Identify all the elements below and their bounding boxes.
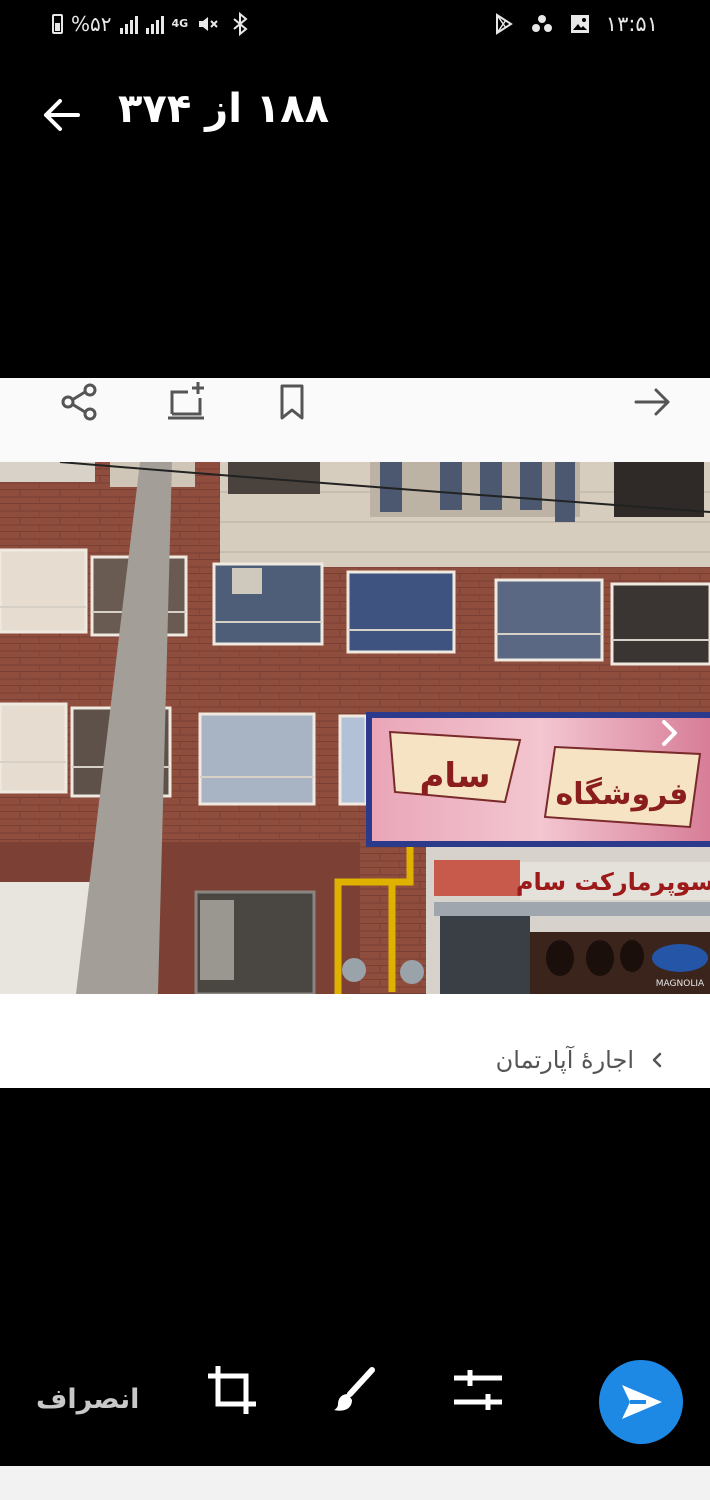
sign-main-text-2: فروشگاه <box>556 776 689 812</box>
mute-icon <box>199 17 218 31</box>
system-nav-bar <box>0 1466 710 1500</box>
forward-arrow-icon[interactable] <box>630 380 674 424</box>
send-button[interactable] <box>599 1360 683 1444</box>
battery-icon <box>52 14 63 34</box>
gallery-icon <box>570 15 589 33</box>
adjust-icon[interactable] <box>450 1362 506 1418</box>
status-bar: %۵۲ 4G ۱۳:۵۱ <box>0 0 710 56</box>
signal-icon <box>145 14 164 34</box>
game-icon <box>531 15 552 32</box>
card-toolbar <box>0 378 710 462</box>
status-right: ۱۳:۵۱ <box>492 12 658 36</box>
ad-category-label: اجارهٔ آپارتمان <box>495 1046 634 1074</box>
clock: ۱۳:۵۱ <box>605 12 658 36</box>
page-title: ۱۸۸ از ۳۷۴ <box>118 86 330 132</box>
sign-brand-text: MAGNOLIA <box>656 979 705 989</box>
sign-main-text: سام <box>419 756 490 796</box>
signal-icon <box>119 14 138 34</box>
cancel-button[interactable]: انصراف <box>36 1384 139 1415</box>
building-photo[interactable]: سام فروشگاه سوپرمارکت سام MAGNOLIA <box>0 462 710 994</box>
chevron-icon <box>652 1052 662 1068</box>
battery-percent: %۵۲ <box>71 12 112 36</box>
ad-category-link[interactable]: اجارهٔ آپارتمان <box>496 1046 666 1074</box>
status-left: %۵۲ 4G <box>52 12 252 36</box>
play-store-icon <box>495 13 513 35</box>
4g-icon: 4G <box>171 17 189 30</box>
add-to-screen-icon[interactable] <box>164 380 208 424</box>
crop-icon[interactable] <box>204 1362 260 1418</box>
bookmark-icon[interactable] <box>270 380 314 424</box>
bluetooth-icon <box>233 12 248 36</box>
brush-icon[interactable] <box>326 1362 382 1418</box>
sign-secondary-text: سوپرمارکت سام <box>516 868 710 896</box>
message-card: سام فروشگاه سوپرمارکت سام MAGNOLIA اجاره… <box>0 378 710 1088</box>
chevron-right-icon[interactable] <box>654 718 684 748</box>
arrow-left-icon[interactable] <box>38 92 84 138</box>
share-icon[interactable] <box>58 380 102 424</box>
photo-illustration: سام فروشگاه سوپرمارکت سام MAGNOLIA <box>0 462 710 994</box>
send-icon <box>622 1385 662 1419</box>
